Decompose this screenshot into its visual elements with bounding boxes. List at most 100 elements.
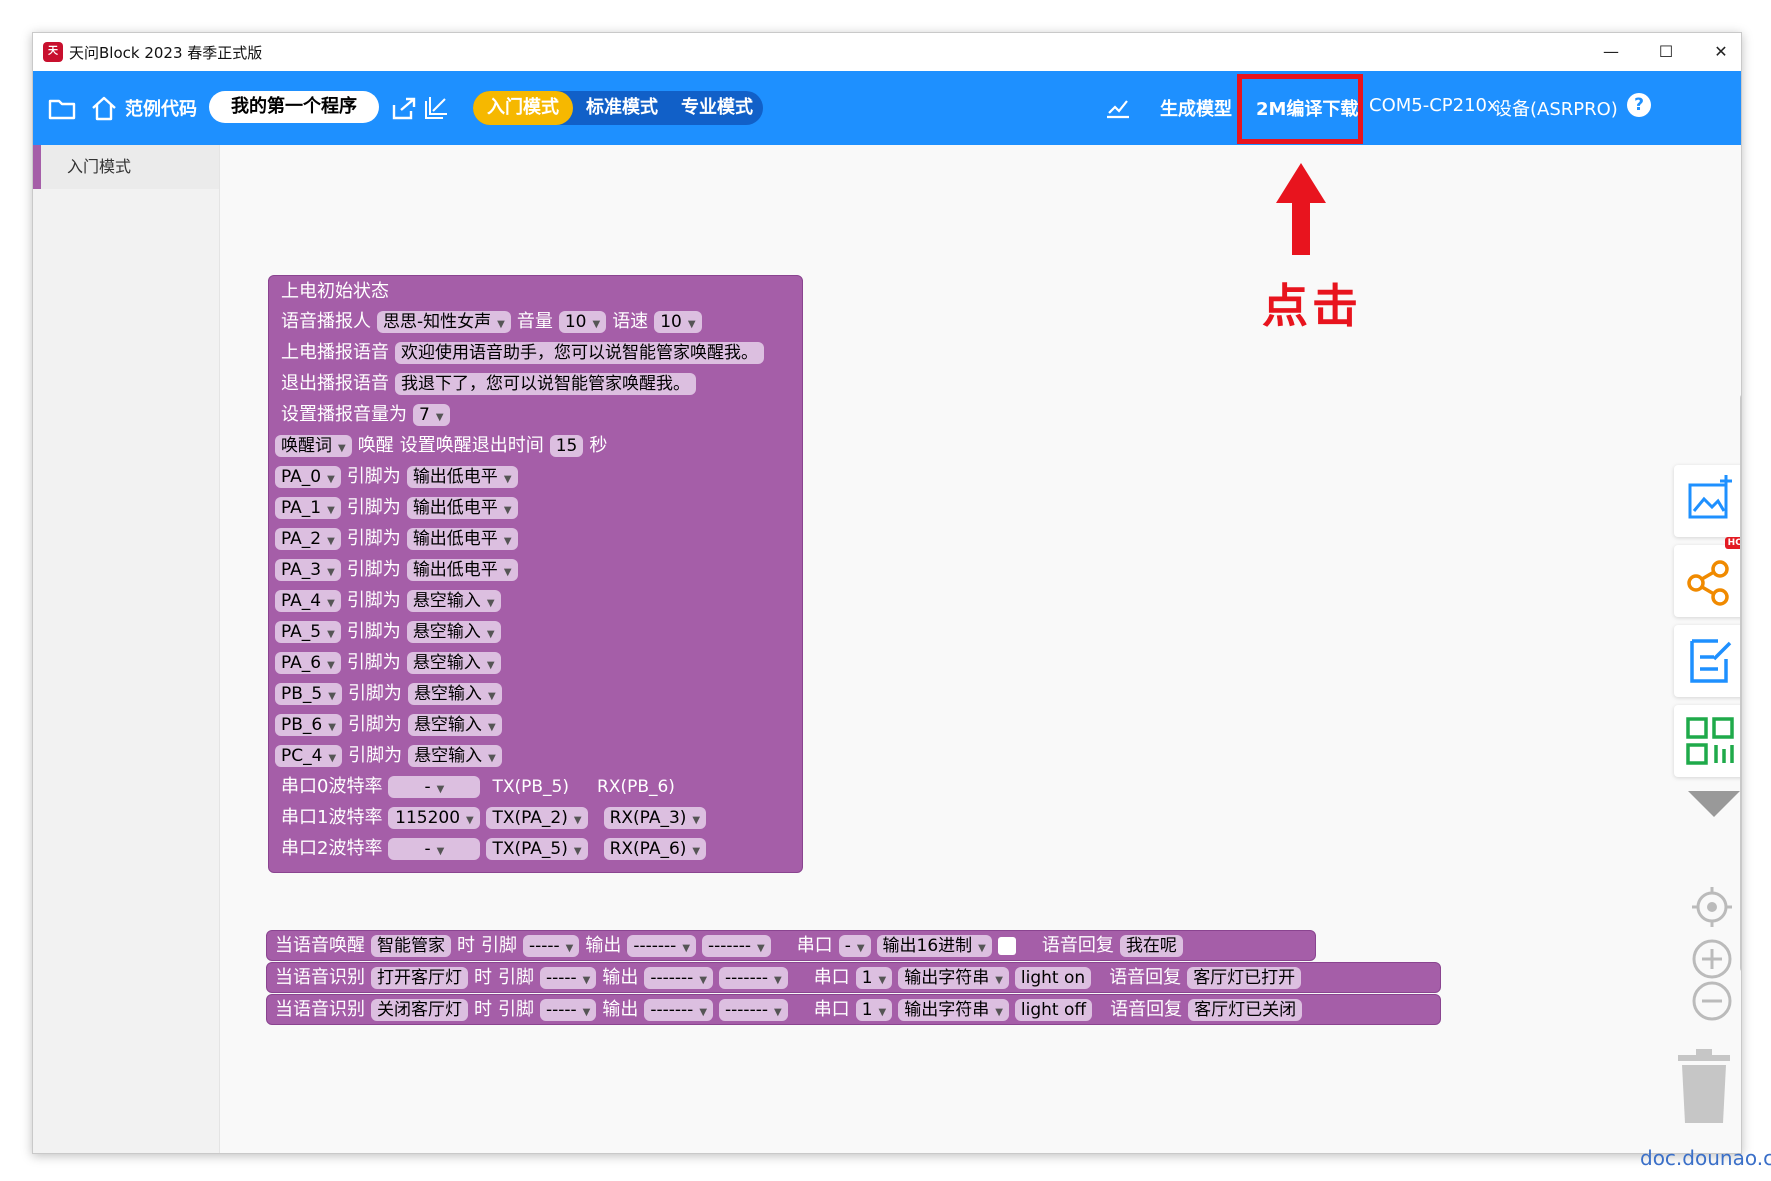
pin-dropdown[interactable]: ----- ▼ (540, 999, 597, 1021)
uart-dropdown[interactable]: - ▼ (838, 935, 871, 957)
voice-event-block[interactable]: 当语音识别 打开客厅灯时引脚 ----- ▼ 输出 ------- ▼ ------- ▼ 串口 1… (266, 962, 1441, 993)
pin-dropdown[interactable]: PC_4 ▼ (275, 745, 343, 767)
sidebar-item-beginner-mode[interactable]: 入门模式 (33, 145, 219, 189)
tab-beginner-mode[interactable]: 入门模式 (473, 91, 573, 125)
zoom-in-icon[interactable] (1690, 937, 1734, 981)
pin-mode-dropdown[interactable]: 悬空输入 ▼ (408, 745, 502, 767)
pin-mode-dropdown[interactable]: 悬空输入 ▼ (406, 590, 501, 612)
tab-pro-mode[interactable]: 专业模式 (668, 91, 766, 125)
uart-dropdown[interactable]: 1 ▼ (855, 999, 893, 1021)
command-word-field[interactable]: 打开客厅灯 (371, 967, 468, 989)
command-word-field[interactable]: 智能管家 (371, 935, 451, 957)
program-name-field[interactable]: 我的第一个程序 (209, 91, 379, 123)
startup-voice-field[interactable]: 欢迎使用语音助手，您可以说智能管家唤醒我。 (395, 342, 764, 364)
output-duration-dropdown[interactable]: ------- ▼ (702, 935, 771, 957)
uart-baud-dropdown-value: - (424, 777, 431, 797)
share-export-icon[interactable] (389, 93, 419, 123)
uart-tx-dropdown[interactable]: TX(PA_2) ▼ (486, 807, 588, 829)
zoom-out-icon[interactable] (1690, 979, 1734, 1023)
output-level-dropdown[interactable]: ------- ▼ (627, 935, 697, 957)
uart-dropdown-value: 1 (861, 1000, 873, 1020)
trash-icon[interactable] (1674, 1049, 1734, 1123)
speed-dropdown[interactable]: 10 ▼ (654, 311, 702, 333)
voice-event-block[interactable]: 当语音唤醒 智能管家时引脚 ----- ▼ 输出 ------- ▼ ------- ▼ 串口 - ▼… (266, 930, 1316, 961)
output-level-dropdown[interactable]: ------- ▼ (644, 999, 714, 1021)
uart-rx-dropdown[interactable]: RX(PA_3) ▼ (603, 807, 707, 829)
uart-baud-dropdown[interactable]: - ▼ (388, 776, 481, 798)
uart-format-dropdown[interactable]: 输出字符串 ▼ (898, 967, 1009, 989)
vertical-scrollbar[interactable] (1740, 393, 1741, 973)
pin-dropdown[interactable]: PA_4 ▼ (275, 590, 341, 612)
open-folder-icon[interactable] (47, 93, 77, 123)
pin-dropdown[interactable]: PA_3 ▼ (275, 559, 341, 581)
port-selector[interactable]: COM5-CP210x (1369, 95, 1498, 116)
pin-mode-dropdown[interactable]: 输出低电平 ▼ (406, 497, 518, 519)
uart-baud-dropdown[interactable]: - ▼ (388, 838, 481, 860)
speaker-dropdown[interactable]: 思思-知性女声 ▼ (377, 311, 511, 333)
dropdown-arrow-icon: ▼ (692, 846, 701, 857)
uart-format-dropdown[interactable]: 输出16进制 ▼ (876, 935, 992, 957)
voice-reply-field[interactable]: 客厅灯已关闭 (1188, 999, 1303, 1021)
pin-dropdown[interactable]: ----- ▼ (540, 967, 597, 989)
pin-mode-dropdown[interactable]: 输出低电平 ▼ (406, 528, 518, 550)
generate-model-button[interactable]: 生成模型 (1160, 95, 1232, 121)
volume-dropdown[interactable]: 10 ▼ (558, 311, 607, 333)
pin-dropdown[interactable]: PB_5 ▼ (275, 683, 342, 705)
minimize-button[interactable]: — (1588, 37, 1634, 67)
tab-standard-mode[interactable]: 标准模式 (573, 91, 671, 125)
voice-event-block[interactable]: 当语音识别 关闭客厅灯时引脚 ----- ▼ 输出 ------- ▼ ------- ▼ 串口 1… (266, 994, 1441, 1025)
expand-panel-chevron-icon[interactable] (1688, 791, 1740, 817)
pin-mode-dropdown[interactable]: 悬空输入 ▼ (407, 683, 502, 705)
dropdown-arrow-icon: ▼ (699, 975, 708, 986)
home-icon[interactable] (89, 93, 119, 123)
block-workspace[interactable]: 上电初始状态 语音播报人 思思-知性女声 ▼ 音量 10 ▼ 语速 10 ▼ 上电播报语音 欢迎使… (220, 145, 1741, 1153)
pin-mode-dropdown[interactable]: 悬空输入 ▼ (407, 714, 502, 736)
crop-edit-icon[interactable] (421, 93, 451, 123)
power-on-init-block[interactable]: 上电初始状态 语音播报人 思思-知性女声 ▼ 音量 10 ▼ 语速 10 ▼ 上电播报语音 欢迎使… (268, 275, 803, 873)
maximize-button[interactable]: ☐ (1643, 37, 1689, 67)
close-button[interactable]: ✕ (1698, 37, 1741, 67)
uart-data-field[interactable]: light on (1014, 967, 1092, 989)
voice-reply-field[interactable]: 客厅灯已打开 (1187, 967, 1302, 989)
pin-dropdown[interactable]: PA_5 ▼ (275, 621, 341, 643)
pin-mode-dropdown[interactable]: 悬空输入 ▼ (406, 652, 501, 674)
uart-baud-dropdown[interactable]: 115200 ▼ (388, 807, 481, 829)
share-button[interactable]: HOT (1674, 537, 1741, 617)
examples-button[interactable]: 范例代码 (125, 95, 197, 121)
output-duration-dropdown[interactable]: ------- ▼ (719, 999, 788, 1021)
pin-dropdown[interactable]: PA_0 ▼ (275, 466, 341, 488)
exit-voice-field[interactable]: 我退下了，您可以说智能管家唤醒我。 (395, 373, 696, 395)
pin-dropdown[interactable]: PB_6 ▼ (275, 714, 342, 736)
output-level-dropdown[interactable]: ------- ▼ (644, 967, 714, 989)
uart-data-field[interactable]: light off (1014, 999, 1093, 1021)
uart-dropdown[interactable]: 1 ▼ (855, 967, 893, 989)
pin-mode-dropdown[interactable]: 输出低电平 ▼ (406, 466, 518, 488)
uart-tx-dropdown[interactable]: TX(PA_5) ▼ (486, 838, 588, 860)
dropdown-arrow-icon: ▼ (692, 815, 701, 826)
center-target-icon[interactable] (1690, 885, 1734, 929)
output-duration-dropdown[interactable]: ------- ▼ (719, 967, 788, 989)
qr-code-button[interactable] (1674, 705, 1741, 777)
uart-rx-dropdown[interactable]: RX(PA_6) ▼ (603, 838, 707, 860)
pin-config-row: PA_0 ▼ 引脚为 输出低电平 ▼ (275, 464, 524, 490)
pin-dropdown[interactable]: PA_1 ▼ (275, 497, 341, 519)
device-selector[interactable]: 设备(ASRPRO) (1494, 95, 1618, 121)
voice-reply-field[interactable]: 我在呢 (1119, 935, 1183, 957)
uart-data-field[interactable] (997, 937, 1016, 955)
wake-word-dropdown[interactable]: 唤醒词 ▼ (275, 435, 352, 457)
uart-format-dropdown[interactable]: 输出字符串 ▼ (898, 999, 1009, 1021)
command-word-field[interactable]: 关闭客厅灯 (371, 999, 468, 1021)
speed-value: 10 (660, 312, 682, 332)
wake-timeout-field[interactable]: 15 (549, 435, 584, 457)
serial-monitor-icon[interactable] (1103, 93, 1133, 123)
pin-dropdown[interactable]: ----- ▼ (523, 935, 580, 957)
help-icon[interactable]: ? (1627, 93, 1651, 117)
set-volume-dropdown[interactable]: 7 ▼ (413, 404, 450, 426)
insert-image-button[interactable] (1674, 465, 1741, 537)
pin-mode-dropdown[interactable]: 输出低电平 ▼ (406, 559, 518, 581)
dropdown-arrow-icon: ▼ (682, 943, 691, 954)
pin-dropdown[interactable]: PA_6 ▼ (275, 652, 341, 674)
pin-dropdown[interactable]: PA_2 ▼ (275, 528, 341, 550)
pin-mode-dropdown[interactable]: 悬空输入 ▼ (406, 621, 501, 643)
notes-button[interactable] (1674, 625, 1741, 697)
